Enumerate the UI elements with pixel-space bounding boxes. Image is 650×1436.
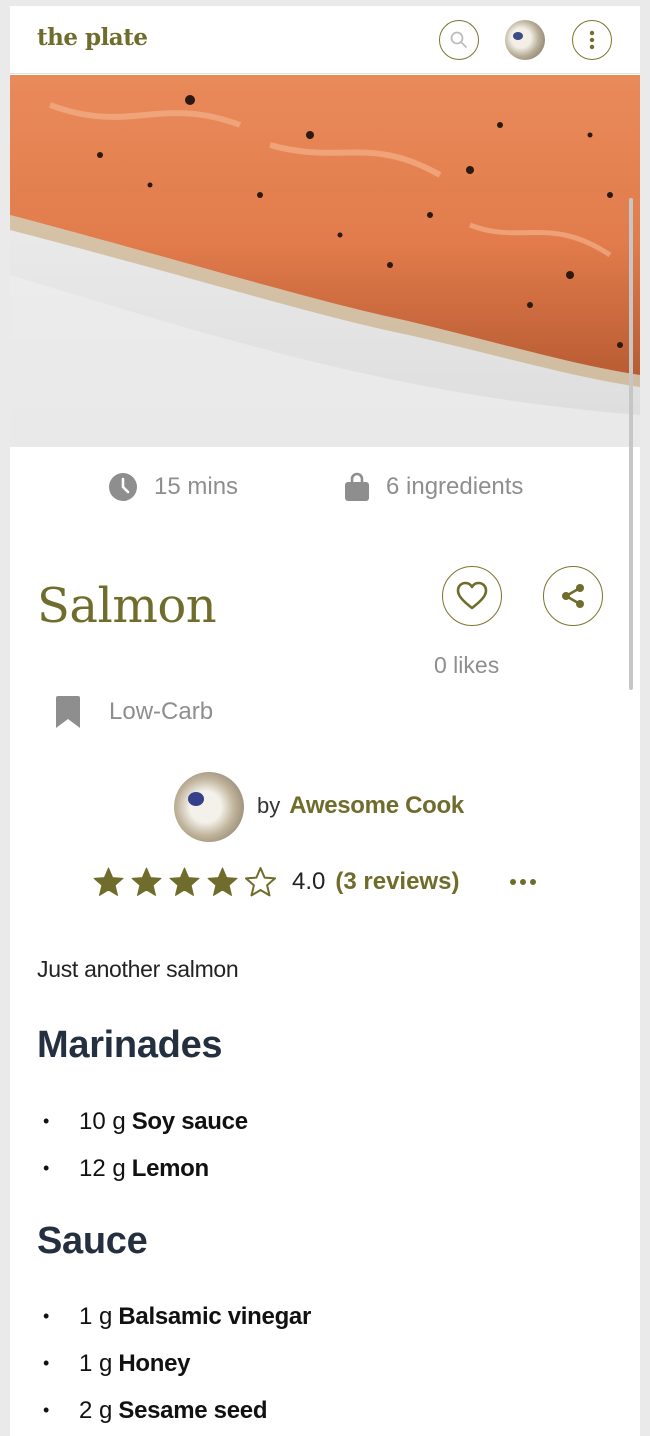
ingredient-item: • 12 g Lemon	[43, 1145, 248, 1192]
ingredient-item: • 10 g Soy sauce	[43, 1098, 248, 1145]
author-byline: by Awesome Cook	[257, 792, 464, 820]
likes-count: 0 likes	[434, 652, 500, 678]
recipe-description: Just another salmon	[37, 956, 239, 982]
avatar-image	[513, 32, 523, 40]
page-scrollbar[interactable]	[629, 198, 633, 690]
bullet: •	[43, 1353, 50, 1373]
rating-value: 4.0	[292, 868, 326, 895]
star-outline-icon[interactable]	[244, 866, 277, 899]
ingredient-list-sauce: • 1 g Balsamic vinegar • 1 g Honey • 2 g…	[43, 1293, 311, 1434]
star-filled-icon[interactable]	[130, 866, 163, 899]
ingredient-name: Lemon	[131, 1154, 209, 1182]
rating-row: 4.0 (3 reviews)	[92, 866, 459, 898]
bookmark-icon	[56, 696, 80, 728]
ingredient-item: • 2 g Sesame seed	[43, 1387, 311, 1434]
ingredient-quantity: 10 g	[79, 1107, 126, 1135]
ingredient-name: Sesame seed	[118, 1396, 268, 1424]
salmon-photo	[10, 75, 640, 447]
ingredient-quantity: 1 g	[79, 1302, 113, 1330]
category-tag-label: Low-Carb	[109, 698, 214, 725]
ingredient-quantity: 1 g	[79, 1349, 113, 1377]
ingredient-count: 6 ingredients	[344, 470, 523, 504]
ingredient-quantity: 2 g	[79, 1396, 113, 1424]
ingredient-quantity: 12 g	[79, 1154, 126, 1182]
app-header: the plate	[10, 6, 640, 74]
recipe-page: the plate 15 mins 6 ingredients Salmon 0…	[10, 6, 640, 1436]
star-filled-icon[interactable]	[92, 866, 125, 899]
more-vertical-icon	[589, 30, 595, 50]
bullet: •	[43, 1306, 50, 1326]
cook-time: 15 mins	[108, 470, 238, 504]
star-filled-icon[interactable]	[168, 866, 201, 899]
ingredient-count-label: 6 ingredients	[386, 473, 524, 500]
section-title-sauce: Sauce	[37, 1220, 148, 1262]
like-button[interactable]	[442, 566, 502, 626]
author-prefix: by	[257, 793, 281, 818]
reviews-link[interactable]: (3 reviews)	[335, 868, 459, 896]
ingredient-name: Soy sauce	[131, 1107, 248, 1135]
bag-icon	[345, 472, 369, 501]
clock-icon	[109, 473, 137, 501]
recipe-title: Salmon	[37, 578, 217, 634]
ingredient-name: Balsamic vinegar	[118, 1302, 312, 1330]
section-title-marinades: Marinades	[37, 1024, 223, 1066]
cook-time-label: 15 mins	[154, 473, 239, 500]
heart-icon	[456, 581, 488, 610]
ingredient-item: • 1 g Balsamic vinegar	[43, 1293, 311, 1340]
app-logo[interactable]: the plate	[37, 24, 148, 51]
share-button[interactable]	[543, 566, 603, 626]
more-options-button[interactable]	[503, 872, 543, 892]
user-avatar[interactable]	[505, 20, 545, 60]
ingredient-list-marinades: • 10 g Soy sauce • 12 g Lemon	[43, 1098, 248, 1192]
more-horizontal-icon	[510, 879, 536, 885]
recipe-hero-image	[10, 75, 640, 447]
bullet: •	[43, 1111, 50, 1131]
search-button[interactable]	[439, 20, 479, 60]
search-icon	[450, 31, 467, 48]
ingredient-item: • 1 g Honey	[43, 1340, 311, 1387]
bullet: •	[43, 1400, 50, 1420]
author-avatar-image	[188, 792, 204, 806]
category-tag[interactable]: Low-Carb	[55, 696, 213, 728]
rating-stars[interactable]	[92, 866, 282, 899]
author-avatar[interactable]	[174, 772, 244, 842]
bullet: •	[43, 1158, 50, 1178]
share-icon	[562, 584, 584, 608]
author-name-link[interactable]: Awesome Cook	[289, 792, 464, 820]
menu-button[interactable]	[572, 20, 612, 60]
star-filled-icon[interactable]	[206, 866, 239, 899]
ingredient-name: Honey	[118, 1349, 191, 1377]
